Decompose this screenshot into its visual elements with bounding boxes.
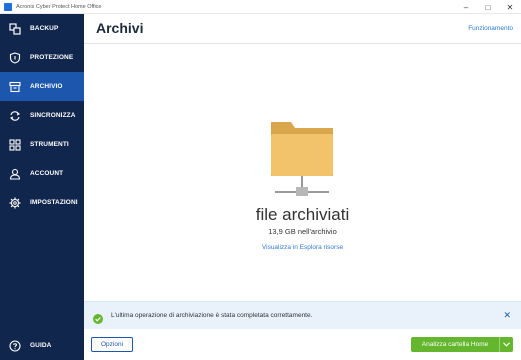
sync-icon: [9, 110, 21, 122]
sidebar-item-impostazioni[interactable]: IMPOSTAZIONI: [0, 188, 84, 217]
window-titlebar: Acronis Cyber Protect Home Office – □ ✕: [0, 0, 521, 14]
backup-icon: [9, 22, 21, 35]
sidebar-item-label: BACKUP: [30, 25, 59, 32]
success-check-icon: [93, 311, 103, 324]
sidebar-item-backup[interactable]: BACKUP: [0, 14, 84, 43]
sidebar-item-archivio[interactable]: ARCHIVIO: [0, 72, 84, 101]
sidebar-item-protezione[interactable]: PROTEZIONE: [0, 43, 84, 72]
window-title: Acronis Cyber Protect Home Office: [16, 3, 102, 10]
sidebar-item-sincronizza[interactable]: SINCRONIZZA: [0, 101, 84, 130]
sidebar-item-strumenti[interactable]: STRUMENTI: [0, 130, 84, 159]
status-notification: L'ultima operazione di archiviazione è s…: [84, 301, 521, 329]
main-panel: Archivi Funzionamento file archiviati 13…: [84, 14, 521, 360]
analyze-home-folder-button[interactable]: Analizza cartella Home: [411, 337, 513, 352]
sidebar-item-account[interactable]: ACCOUNT: [0, 159, 84, 188]
gear-icon: [9, 197, 21, 209]
sidebar-item-label: GUIDA: [30, 342, 52, 349]
app-logo-icon: [4, 2, 12, 11]
sidebar-item-label: ARCHIVIO: [30, 83, 63, 90]
footer-bar: Opzioni Analizza cartella Home: [84, 329, 521, 360]
user-icon: [9, 168, 21, 180]
status-message: L'ultima operazione di archiviazione è s…: [111, 312, 313, 319]
page-title: Archivi: [96, 20, 144, 36]
sidebar-item-label: ACCOUNT: [30, 170, 64, 177]
sidebar-item-guida[interactable]: GUIDA: [0, 331, 84, 360]
sidebar-item-label: IMPOSTAZIONI: [30, 199, 78, 206]
how-it-works-link[interactable]: Funzionamento: [468, 25, 513, 32]
sidebar: BACKUP PROTEZIONE ARCHIVIO SINCRONIZZA S…: [0, 14, 84, 360]
analyze-button-label[interactable]: Analizza cartella Home: [411, 337, 499, 352]
minimize-button[interactable]: –: [455, 0, 477, 14]
network-folder-illustration: [267, 116, 337, 201]
chevron-down-icon[interactable]: [499, 337, 513, 352]
sidebar-item-label: SINCRONIZZA: [30, 112, 76, 119]
close-window-button[interactable]: ✕: [499, 0, 521, 14]
sidebar-item-label: STRUMENTI: [30, 141, 69, 148]
shield-icon: [9, 51, 21, 64]
help-icon: [9, 339, 21, 352]
maximize-button[interactable]: □: [477, 0, 499, 14]
archive-size-label: 13,9 GB nell'archivio: [268, 227, 337, 236]
window-controls: – □ ✕: [455, 0, 521, 14]
options-button[interactable]: Opzioni: [91, 337, 133, 352]
page-header: Archivi Funzionamento: [84, 14, 521, 44]
close-icon[interactable]: ✕: [503, 310, 511, 321]
archived-files-title: file archiviati: [255, 205, 350, 224]
show-in-explorer-link[interactable]: Visualizza in Esplora risorse: [84, 244, 521, 251]
tools-grid-icon: [9, 138, 21, 151]
sidebar-item-label: PROTEZIONE: [30, 54, 74, 61]
archive-box-icon: [9, 81, 21, 93]
